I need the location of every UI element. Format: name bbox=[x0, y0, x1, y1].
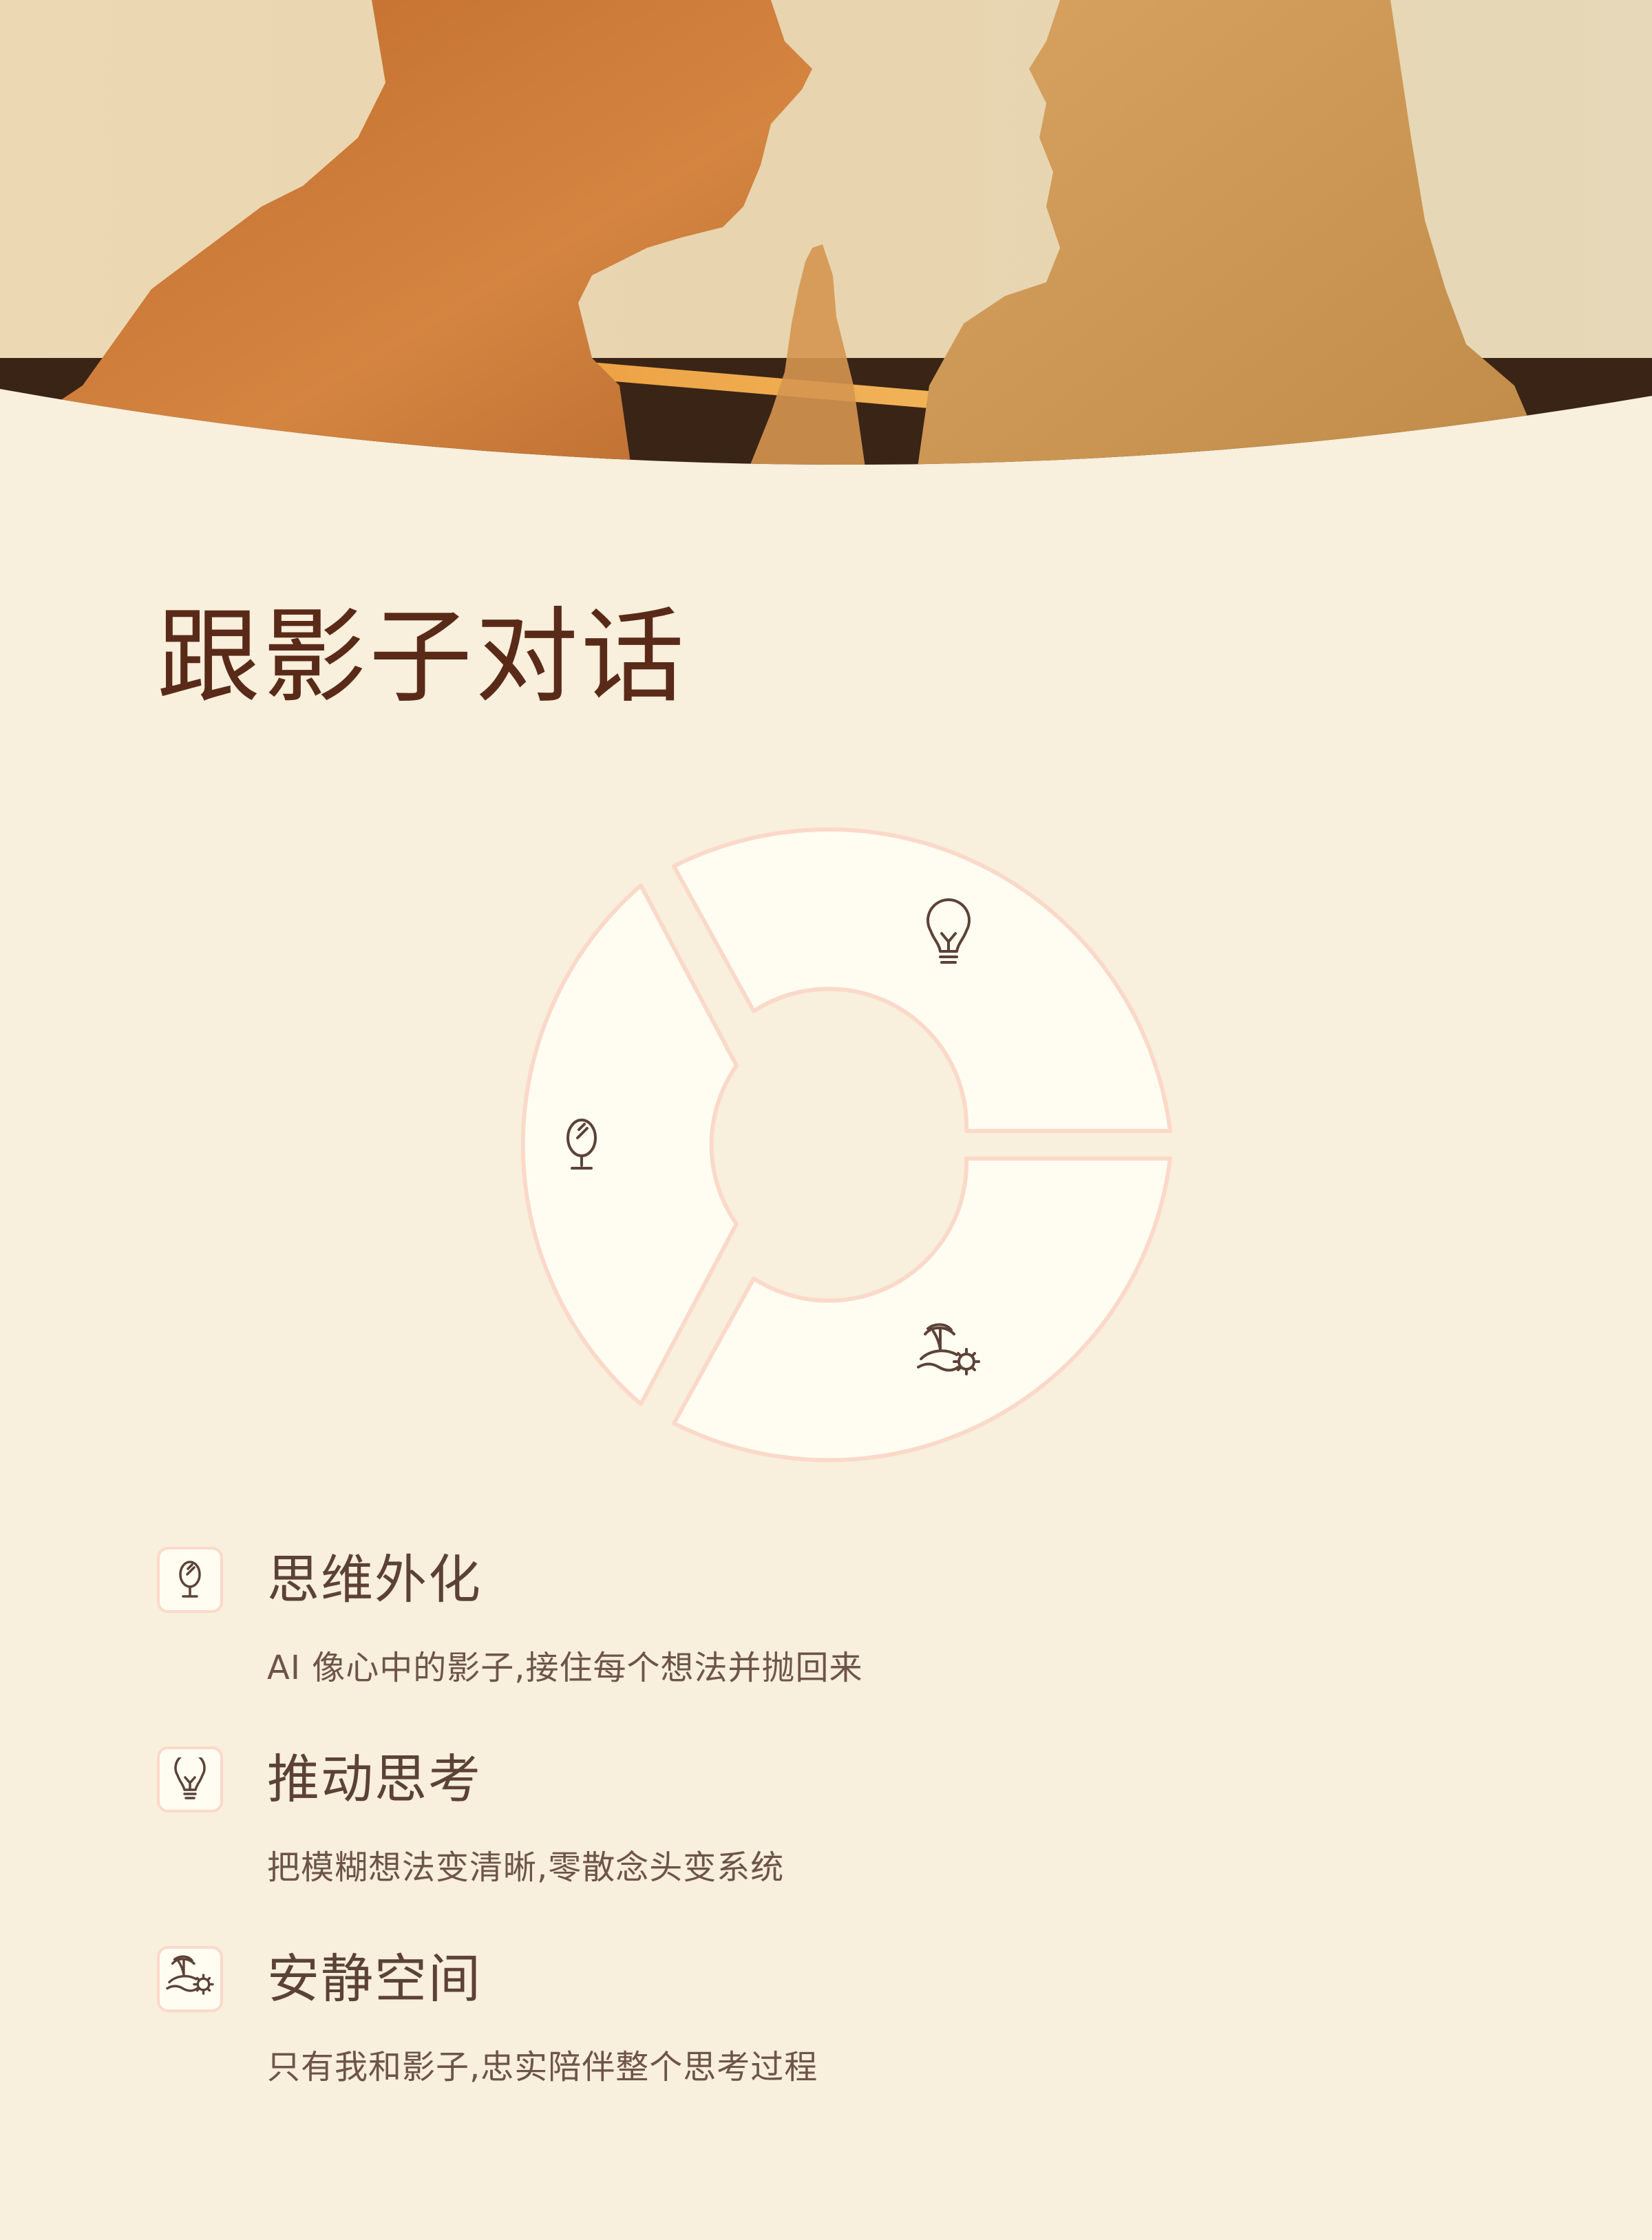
bulb-icon bbox=[157, 1746, 223, 1813]
feature-item: 推动思考 把模糊想法变清晰,零散念头变系统 bbox=[157, 1745, 1465, 1945]
feature-description: 只有我和影子,忠实陪伴整个思考过程 bbox=[267, 2048, 818, 2086]
feature-title: 安静空间 bbox=[267, 1948, 482, 2009]
feature-title: 思维外化 bbox=[267, 1549, 482, 1610]
ring-segment-top bbox=[672, 827, 1172, 1133]
feature-list: 思维外化 AI 像心中的影子,接住每个想法并抛回来 推动思考 把模糊想法变清晰,… bbox=[157, 1545, 1465, 2144]
page-title: 跟影子对话 bbox=[157, 598, 688, 717]
bulb-icon bbox=[926, 898, 971, 964]
island-icon bbox=[917, 1323, 980, 1375]
feature-title: 推动思考 bbox=[267, 1748, 482, 1810]
feature-item: 安静空间 只有我和影子,忠实陪伴整个思考过程 bbox=[157, 1945, 1465, 2144]
feature-description: AI 像心中的影子,接住每个想法并抛回来 bbox=[267, 1649, 863, 1687]
hero-image bbox=[0, 0, 1652, 482]
mirror-icon bbox=[566, 1119, 597, 1170]
ring-segment-bottom bbox=[672, 1156, 1172, 1463]
island-icon bbox=[157, 1946, 223, 2012]
feature-item: 思维外化 AI 像心中的影子,接住每个想法并抛回来 bbox=[157, 1545, 1465, 1745]
mirror-icon bbox=[157, 1547, 223, 1613]
ring-segment-left bbox=[520, 883, 739, 1406]
feature-description: 把模糊想法变清晰,零散念头变系统 bbox=[267, 1848, 785, 1887]
